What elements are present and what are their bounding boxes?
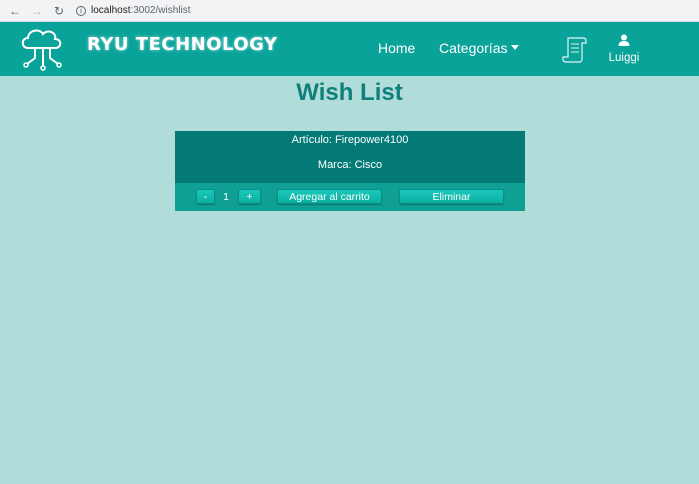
nav-categorias-dropdown[interactable]: Categorías (439, 40, 520, 56)
item-marca: Marca: Cisco (317, 159, 383, 171)
url-path: :3002/wishlist (130, 5, 191, 16)
back-arrow-icon[interactable]: ← (8, 4, 22, 18)
reload-icon[interactable]: ↻ (52, 4, 66, 18)
user-name: Luiggi (608, 52, 640, 64)
remove-item-button[interactable]: Eliminar (399, 189, 504, 204)
address-bar[interactable]: i localhost:3002/wishlist (76, 2, 191, 20)
page-title: Wish List (296, 79, 403, 106)
top-navbar: RYU TECHNOLOGY Home Categorías Luiggi (0, 22, 699, 76)
url-host: localhost (91, 5, 131, 16)
decrease-quantity-button[interactable]: - (196, 189, 215, 204)
brand-logo-text[interactable]: RYU TECHNOLOGY (87, 34, 278, 55)
scroll-icon[interactable] (562, 35, 588, 63)
info-icon[interactable]: i (76, 5, 86, 16)
cloud-circuit-icon[interactable] (16, 26, 66, 72)
forward-arrow-icon[interactable]: → (30, 4, 44, 18)
add-to-cart-button[interactable]: Agregar al carrito (277, 189, 382, 204)
caret-down-icon (511, 45, 520, 50)
user-menu[interactable]: Luiggi (606, 34, 642, 66)
nav-home-link[interactable]: Home (378, 40, 415, 56)
increase-quantity-button[interactable]: + (238, 189, 261, 204)
nav-categorias-label: Categorías (439, 40, 508, 56)
item-actions-bar: - 1 + Agregar al carrito Eliminar (175, 183, 525, 211)
user-icon (618, 34, 630, 46)
browser-toolbar: ← → ↻ i localhost:3002/wishlist (0, 0, 699, 22)
item-articulo: Artículo: Firepower4100 (291, 134, 409, 146)
quantity-value: 1 (223, 190, 229, 203)
wishlist-item-card: Artículo: Firepower4100 Marca: Cisco - 1… (175, 131, 525, 211)
